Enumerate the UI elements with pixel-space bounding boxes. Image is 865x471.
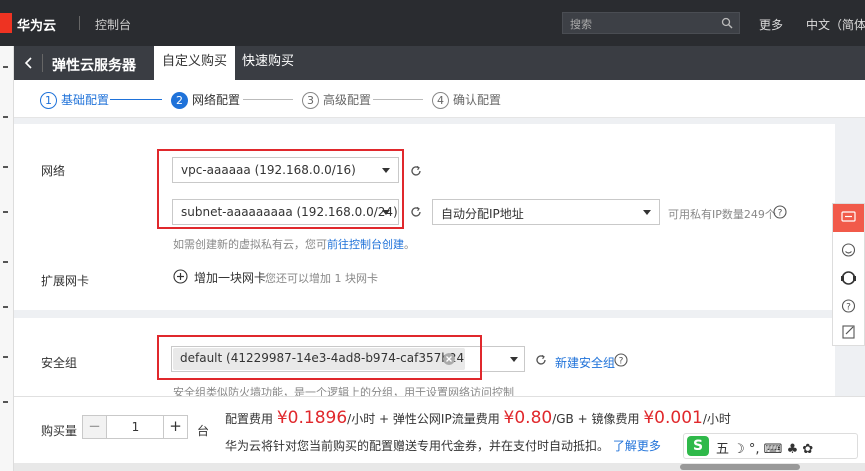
rail-mark	[3, 211, 8, 213]
left-rail	[0, 46, 14, 471]
step-basic-config[interactable]: 1 基础配置	[40, 91, 109, 109]
chevron-down-icon[interactable]	[510, 357, 518, 362]
huawei-logo[interactable]	[0, 13, 12, 33]
quantity-unit: 台	[197, 424, 210, 438]
language-switch[interactable]: 中文（简体	[806, 16, 865, 33]
service-nav: 弹性云服务器 自定义购买 快速购买	[14, 46, 865, 80]
smile-icon[interactable]	[833, 236, 864, 264]
step-advanced-config[interactable]: 3 高级配置	[302, 91, 371, 109]
chevron-down-icon	[643, 210, 651, 215]
service-title: 弹性云服务器	[52, 58, 136, 74]
decrease-button[interactable]: −	[83, 416, 107, 438]
svg-text:?: ?	[619, 357, 624, 367]
step-progress: 1 基础配置 2 网络配置 3 高级配置 4 确认配置	[14, 80, 865, 118]
ime-controls[interactable]: 五 ☽ °, ⌨ ♣ ✿	[716, 438, 813, 457]
config-fee: ¥0.1896	[276, 408, 348, 428]
create-vpc-link[interactable]: 前往控制台创建	[327, 238, 404, 251]
service-icon[interactable]	[833, 264, 864, 292]
ip-available-text: 可用私有IP数量249个	[668, 208, 776, 221]
refresh-icon[interactable]	[534, 353, 548, 367]
learn-more-link[interactable]: 了解更多	[613, 439, 661, 453]
more-menu[interactable]: 更多	[759, 16, 783, 33]
divider	[79, 16, 80, 30]
chat-icon	[841, 211, 856, 222]
right-dock: ?	[832, 203, 865, 346]
quantity-label: 购买量	[41, 424, 78, 438]
rail-mark	[3, 166, 8, 168]
new-security-group-link[interactable]: 新建安全组	[555, 354, 615, 371]
rail-mark	[3, 66, 8, 68]
divider	[42, 54, 43, 72]
vpc-hint: 如需创建新的虚拟私有云，您可前往控制台创建。	[173, 238, 415, 251]
image-fee: ¥0.001	[643, 408, 703, 428]
eip-fee: ¥0.80	[503, 408, 553, 428]
ime-logo[interactable]: S	[687, 436, 709, 456]
step-confirm-config[interactable]: 4 确认配置	[432, 91, 501, 109]
refresh-icon[interactable]	[409, 205, 423, 219]
svg-text:?: ?	[778, 209, 783, 219]
network-label: 网络	[41, 164, 66, 178]
help-icon[interactable]: ?	[614, 353, 628, 367]
edit-icon[interactable]	[833, 318, 864, 346]
highlight-box	[157, 149, 404, 229]
chat-button[interactable]	[833, 204, 864, 232]
nic-hint: 您还可以增加 1 块网卡	[265, 272, 378, 285]
step-connector	[110, 99, 162, 100]
console-link[interactable]: 控制台	[95, 16, 131, 33]
refresh-icon[interactable]	[409, 164, 423, 178]
security-group-label: 安全组	[41, 356, 78, 370]
rail-mark	[3, 356, 8, 358]
scrollbar-thumb[interactable]	[680, 464, 800, 470]
input-method-toolbar[interactable]: S 五 ☽ °, ⌨ ♣ ✿	[683, 433, 858, 459]
help-icon[interactable]: ?	[773, 205, 787, 219]
increase-button[interactable]: +	[163, 416, 187, 438]
brand-name[interactable]: 华为云	[17, 15, 56, 34]
search-placeholder: 搜索	[570, 18, 592, 31]
ip-mode-select[interactable]: 自动分配IP地址	[432, 199, 660, 225]
search-input[interactable]: 搜索	[562, 12, 740, 34]
step-network-config[interactable]: 2 网络配置	[171, 91, 240, 109]
quantity-stepper: − 1 +	[82, 415, 188, 439]
highlight-box	[157, 335, 482, 380]
back-icon[interactable]	[22, 56, 36, 70]
step-connector	[243, 99, 293, 100]
search-icon[interactable]	[721, 17, 733, 29]
quantity-input[interactable]: 1	[107, 416, 164, 438]
tab-custom-purchase[interactable]: 自定义购买	[154, 46, 236, 80]
rail-mark	[3, 116, 8, 118]
security-hint: 安全组类似防火墙功能，是一个逻辑上的分组，用于设置网络访问控制	[173, 386, 514, 396]
tab-quick-purchase[interactable]: 快速购买	[234, 46, 302, 80]
help-icon[interactable]: ?	[833, 292, 864, 320]
nic-label: 扩展网卡	[41, 274, 90, 288]
add-nic-button[interactable]: 增加一块网卡	[194, 269, 266, 286]
step-connector	[373, 99, 423, 100]
add-icon[interactable]	[173, 269, 188, 284]
top-bar: 华为云 控制台 搜索 更多 中文（简体	[0, 0, 865, 46]
rail-mark	[3, 261, 8, 263]
rail-mark	[3, 401, 8, 403]
price-summary: 配置费用 ¥0.1896/小时 + 弹性公网IP流量费用 ¥0.80/GB + …	[225, 408, 731, 428]
svg-text:?: ?	[846, 303, 851, 313]
rail-mark	[3, 306, 8, 308]
voucher-note: 华为云将针对您当前购买的配置赠送专用代金券，并在支付时自动抵扣。 了解更多	[225, 439, 661, 453]
